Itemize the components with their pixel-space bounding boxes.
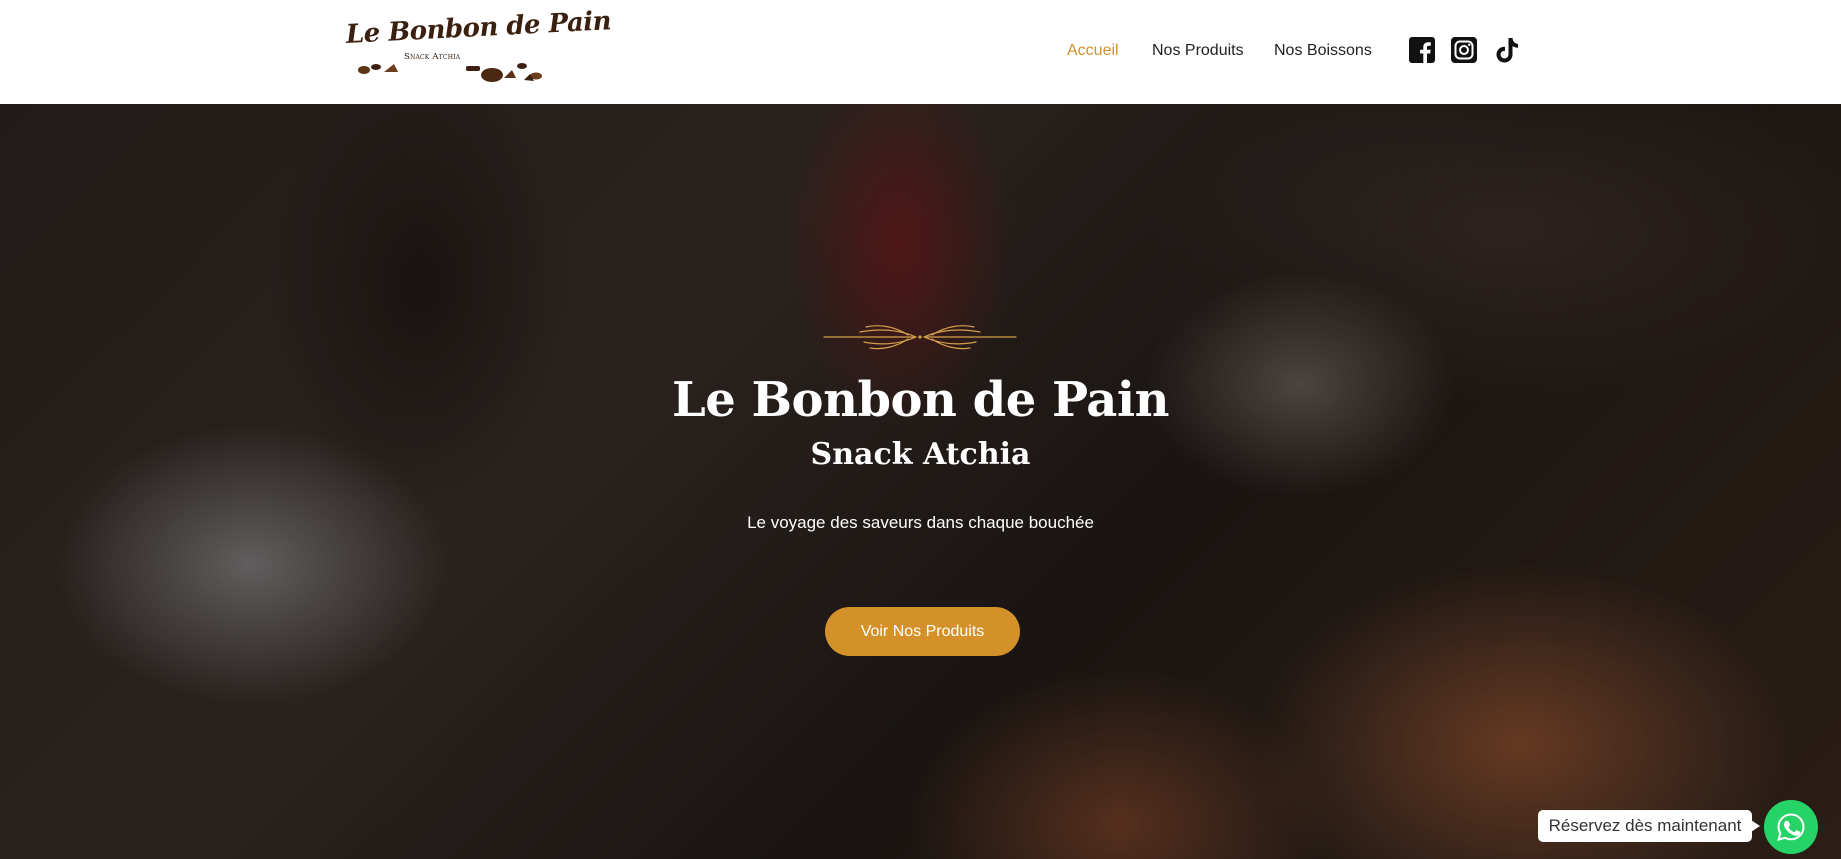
facebook-icon[interactable] <box>1407 35 1437 65</box>
whatsapp-icon <box>1777 813 1805 841</box>
nav-nos-boissons[interactable]: Nos Boissons <box>1274 38 1372 64</box>
voir-nos-produits-button[interactable]: Voir Nos Produits <box>825 607 1020 656</box>
whatsapp-reservation-label[interactable]: Réservez dès maintenant <box>1538 810 1760 842</box>
wheat-ornament-icon <box>823 325 1017 350</box>
nav-nos-produits[interactable]: Nos Produits <box>1152 38 1244 64</box>
hero-overlay <box>0 104 1841 859</box>
hero-tagline: Le voyage des saveurs dans chaque bouché… <box>747 513 1094 532</box>
site-header: Le Bonbon de Pain Snack Atchia Accueil N… <box>0 0 1841 104</box>
tiktok-icon[interactable] <box>1491 35 1521 65</box>
instagram-icon[interactable] <box>1449 35 1479 65</box>
nav-accueil[interactable]: Accueil <box>1067 38 1119 64</box>
hero-section: Le Bonbon de Pain Snack Atchia Le voyage… <box>0 104 1841 859</box>
logo-bread-decoration-icon <box>358 63 542 82</box>
whatsapp-button[interactable] <box>1764 800 1818 854</box>
hero-title: Le Bonbon de Pain <box>671 372 1170 428</box>
site-logo[interactable]: Le Bonbon de Pain Snack Atchia <box>344 6 612 86</box>
hero-subtitle: Snack Atchia <box>810 437 1031 472</box>
